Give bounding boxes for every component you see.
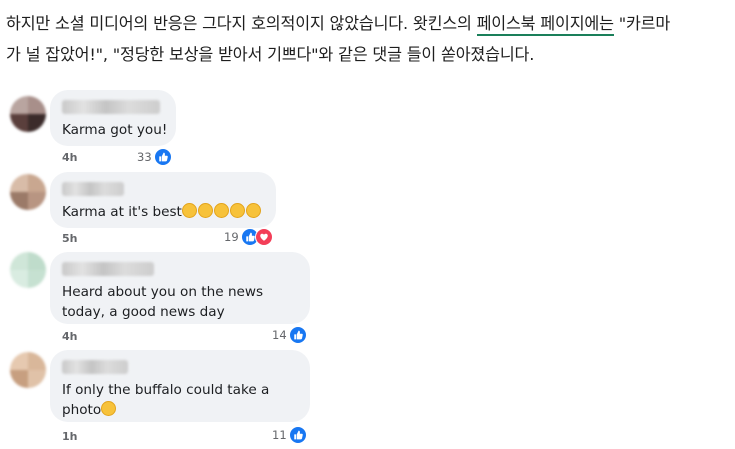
reaction-summary[interactable]: 33 (137, 148, 172, 166)
blurred-commenter-name[interactable] (62, 100, 160, 114)
article-text: "카르마 (613, 14, 671, 33)
comment-bubble: Heard about you on the news today, a good… (50, 252, 310, 324)
comment-text: Karma at it's best (62, 202, 264, 222)
avatar[interactable] (10, 96, 46, 132)
comment-bubble: Karma got you! (50, 90, 176, 146)
blurred-commenter-name[interactable] (62, 360, 128, 374)
laughing-emoji (245, 203, 261, 218)
facebook-page-link[interactable]: 페이스북 페이지에는 (476, 14, 614, 36)
reaction-count: 14 (272, 328, 287, 342)
comment-text: If only the buffalo could take a photo (62, 382, 270, 418)
comment-timestamp[interactable]: 1h (62, 430, 78, 443)
reaction-count: 33 (137, 150, 152, 164)
facebook-comments-screenshot: Karma got you! 4h 33 Karma at it's best … (0, 88, 340, 449)
reaction-summary[interactable]: 11 (272, 426, 307, 444)
reaction-summary[interactable]: 14 (272, 326, 307, 344)
avatar[interactable] (10, 352, 46, 388)
laughing-emoji (181, 203, 197, 218)
article-line-2: 가 널 잡았어!", "정당한 보상을 받아서 기쁘다"와 같은 댓글 들이 쏟… (6, 45, 535, 64)
winking-tongue-emoji (101, 401, 117, 416)
article-paragraph: 하지만 소셜 미디어의 반응은 그다지 호의적이지 않았습니다. 왓킨스의 페이… (6, 8, 732, 70)
article-text: 하지만 소셜 미디어의 반응은 그다지 호의적이지 않았습니다. 왓킨스의 (6, 14, 477, 33)
like-icon (288, 326, 307, 344)
comment-timestamp[interactable]: 4h (62, 151, 78, 164)
comment-timestamp[interactable]: 5h (62, 232, 78, 245)
comment-text: Karma got you! (62, 122, 168, 138)
comment-bubble: Karma at it's best (50, 172, 276, 228)
reaction-summary[interactable]: 19 (224, 228, 273, 246)
comment-text: Heard about you on the news today, a good… (62, 284, 264, 320)
avatar[interactable] (10, 252, 46, 288)
reaction-count: 19 (224, 230, 239, 244)
avatar[interactable] (10, 174, 46, 210)
comment-bubble: If only the buffalo could take a photo (50, 350, 310, 422)
like-icon (153, 148, 172, 166)
laughing-emoji (213, 203, 229, 218)
blurred-commenter-name[interactable] (62, 262, 154, 276)
like-icon (288, 426, 307, 444)
rolling-laughing-emoji (197, 203, 213, 218)
comment-timestamp[interactable]: 4h (62, 330, 78, 343)
love-icon (254, 228, 273, 246)
article-line-1: 하지만 소셜 미디어의 반응은 그다지 호의적이지 않았습니다. 왓킨스의 페이… (6, 8, 732, 39)
blurred-commenter-name[interactable] (62, 182, 124, 196)
reaction-count: 11 (272, 428, 287, 442)
laughing-emoji (229, 203, 245, 218)
